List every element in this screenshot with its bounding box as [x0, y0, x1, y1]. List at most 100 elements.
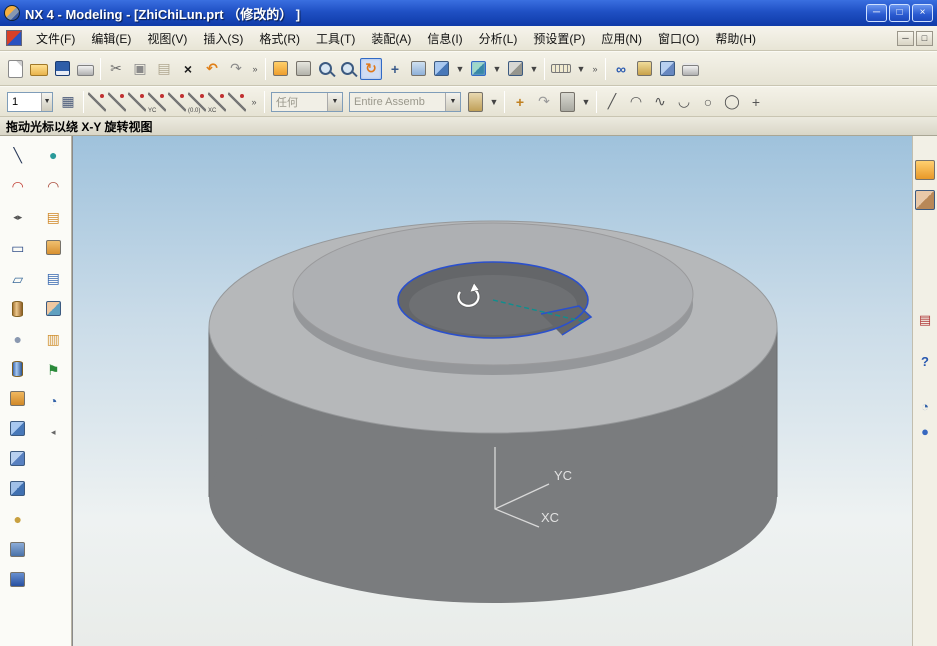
selection-scope-dropdown-icon[interactable]: ▼ — [445, 93, 460, 111]
constraints-button[interactable] — [560, 92, 575, 112]
revolve-feature-icon[interactable] — [10, 481, 25, 496]
part-body[interactable] — [209, 221, 777, 603]
pocket-feature-icon[interactable] — [10, 391, 25, 406]
quadrant-point-button[interactable]: XC — [208, 92, 226, 112]
delete-button[interactable]: × — [177, 58, 199, 80]
layer-combo-dropdown-icon[interactable]: ▼ — [41, 93, 52, 111]
sphere-feature-icon[interactable]: ● — [7, 328, 29, 350]
menu-information[interactable]: 信息(I) — [419, 27, 470, 50]
orient-view-button[interactable] — [471, 61, 486, 76]
pad-feature-icon[interactable] — [10, 421, 25, 436]
spline-tool-button[interactable]: ∿ — [649, 92, 671, 112]
menu-tools[interactable]: 工具(T) — [308, 27, 363, 50]
mid-point-button[interactable] — [128, 92, 146, 112]
viewport-canvas[interactable]: YC XC — [73, 136, 912, 646]
layer-stack-icon[interactable]: ▤ — [42, 206, 64, 228]
render-style-button[interactable] — [508, 61, 523, 76]
collapse-arrow[interactable]: ◂ — [45, 421, 61, 443]
menu-file[interactable]: 文件(F) — [28, 27, 83, 50]
render-style-dropdown[interactable]: ▼ — [528, 58, 540, 80]
paste-button[interactable]: ▤ — [153, 58, 175, 80]
cylinder-feature-icon[interactable] — [12, 301, 23, 317]
object-display-button[interactable] — [468, 92, 483, 112]
reset-orientation-button[interactable]: ↷ — [533, 92, 555, 112]
resource-views-icon[interactable] — [915, 160, 935, 180]
hole-feature-icon[interactable]: ● — [7, 508, 29, 530]
fillet-curve-icon[interactable]: ◠ — [42, 175, 64, 197]
close-button[interactable]: × — [912, 4, 933, 22]
assembly-icon[interactable] — [46, 301, 61, 316]
menu-preferences[interactable]: 预设置(P) — [525, 27, 593, 50]
menu-window[interactable]: 窗口(O) — [650, 27, 707, 50]
selection-handles-button[interactable]: + — [509, 92, 531, 112]
history-icon[interactable]: ◔ — [915, 396, 935, 416]
cut-button[interactable]: ✂ — [105, 58, 127, 80]
wcs-display-icon[interactable] — [46, 240, 61, 255]
sketch-icon[interactable] — [10, 572, 25, 587]
zoom-box-button[interactable] — [316, 59, 336, 79]
orient-view-dropdown[interactable]: ▼ — [491, 58, 503, 80]
selection-filter-combo[interactable]: 任何 ▼ — [271, 92, 343, 112]
print-button[interactable] — [77, 65, 94, 76]
drafting-icon[interactable]: ▥ — [42, 328, 64, 350]
part-navigator-icon[interactable]: ▤ — [915, 310, 935, 330]
intersection-point-button[interactable] — [168, 92, 186, 112]
layer-settings-button[interactable]: ▦ — [57, 92, 79, 112]
collapse-arrows[interactable]: ◂▸ — [10, 206, 26, 228]
menu-format[interactable]: 格式(R) — [251, 27, 308, 50]
shaded-display-button[interactable] — [434, 61, 449, 76]
menu-assemblies[interactable]: 装配(A) — [363, 27, 419, 50]
clock-icon[interactable]: ◔ — [42, 390, 64, 412]
menu-edit[interactable]: 编辑(E) — [83, 27, 139, 50]
assembly-navigator-icon[interactable] — [915, 190, 935, 210]
rotate-view-button[interactable]: ↻ — [360, 58, 382, 80]
zoom-fit-button[interactable] — [296, 61, 311, 76]
selection-filter-dropdown-icon[interactable]: ▼ — [327, 93, 342, 111]
menu-application[interactable]: 应用(N) — [593, 27, 650, 50]
line-tool-button[interactable]: ╱ — [601, 92, 623, 112]
menu-view[interactable]: 视图(V) — [139, 27, 195, 50]
maximize-button[interactable]: □ — [889, 4, 910, 22]
constraints-dropdown[interactable]: ▼ — [580, 92, 592, 112]
new-button[interactable] — [8, 60, 23, 78]
information-icon[interactable]: ▤ — [42, 267, 64, 289]
redo-button[interactable]: ↷ — [225, 58, 247, 80]
save-button[interactable] — [55, 61, 70, 76]
fillet-tool-button[interactable]: ◡ — [673, 92, 695, 112]
menu-analysis[interactable]: 分析(L) — [471, 27, 526, 50]
measure-distance-button[interactable] — [551, 64, 571, 73]
snap-point-button[interactable] — [88, 92, 106, 112]
child-restore-button[interactable]: □ — [916, 31, 933, 46]
snapshot-button[interactable] — [682, 65, 699, 76]
selection-scope-combo[interactable]: Entire Assemb ▼ — [349, 92, 461, 112]
overflow-chevron-3[interactable]: » — [248, 92, 260, 112]
menu-insert[interactable]: 插入(S) — [195, 27, 251, 50]
zoom-in-out-button[interactable] — [338, 59, 358, 79]
minimize-button[interactable]: ─ — [866, 4, 887, 22]
display-analysis-button[interactable]: ∞ — [610, 58, 632, 80]
undo-button[interactable]: ↶ — [201, 58, 223, 80]
menu-help[interactable]: 帮助(H) — [707, 27, 764, 50]
child-minimize-button[interactable]: ─ — [897, 31, 914, 46]
overflow-chevron[interactable]: » — [249, 58, 261, 80]
extrude-feature-icon[interactable] — [10, 451, 25, 466]
overflow-chevron-2[interactable]: » — [589, 58, 601, 80]
boss-feature-icon[interactable] — [12, 361, 23, 377]
arc-center-button[interactable]: (0.0) — [188, 92, 206, 112]
show-hide-button[interactable] — [660, 61, 675, 76]
control-point-button[interactable]: YC — [148, 92, 166, 112]
circle-tool-button[interactable]: ○ — [697, 92, 719, 112]
web-browser-icon[interactable]: ● — [915, 421, 935, 441]
help-icon[interactable]: ? — [915, 351, 935, 371]
end-point-button[interactable] — [108, 92, 126, 112]
pan-view-button[interactable]: + — [384, 58, 406, 80]
copy-button[interactable]: ▣ — [129, 58, 151, 80]
fit-view-button[interactable] — [273, 61, 288, 76]
layer-input[interactable] — [8, 96, 41, 108]
perspective-view-button[interactable] — [411, 61, 426, 76]
open-button[interactable] — [30, 64, 48, 76]
arc-curve-icon[interactable]: ◠ — [7, 175, 29, 197]
shaded-display-dropdown[interactable]: ▼ — [454, 58, 466, 80]
point-tool-button[interactable]: + — [745, 92, 767, 112]
rectangle-curve-icon[interactable]: ▭ — [7, 237, 29, 259]
